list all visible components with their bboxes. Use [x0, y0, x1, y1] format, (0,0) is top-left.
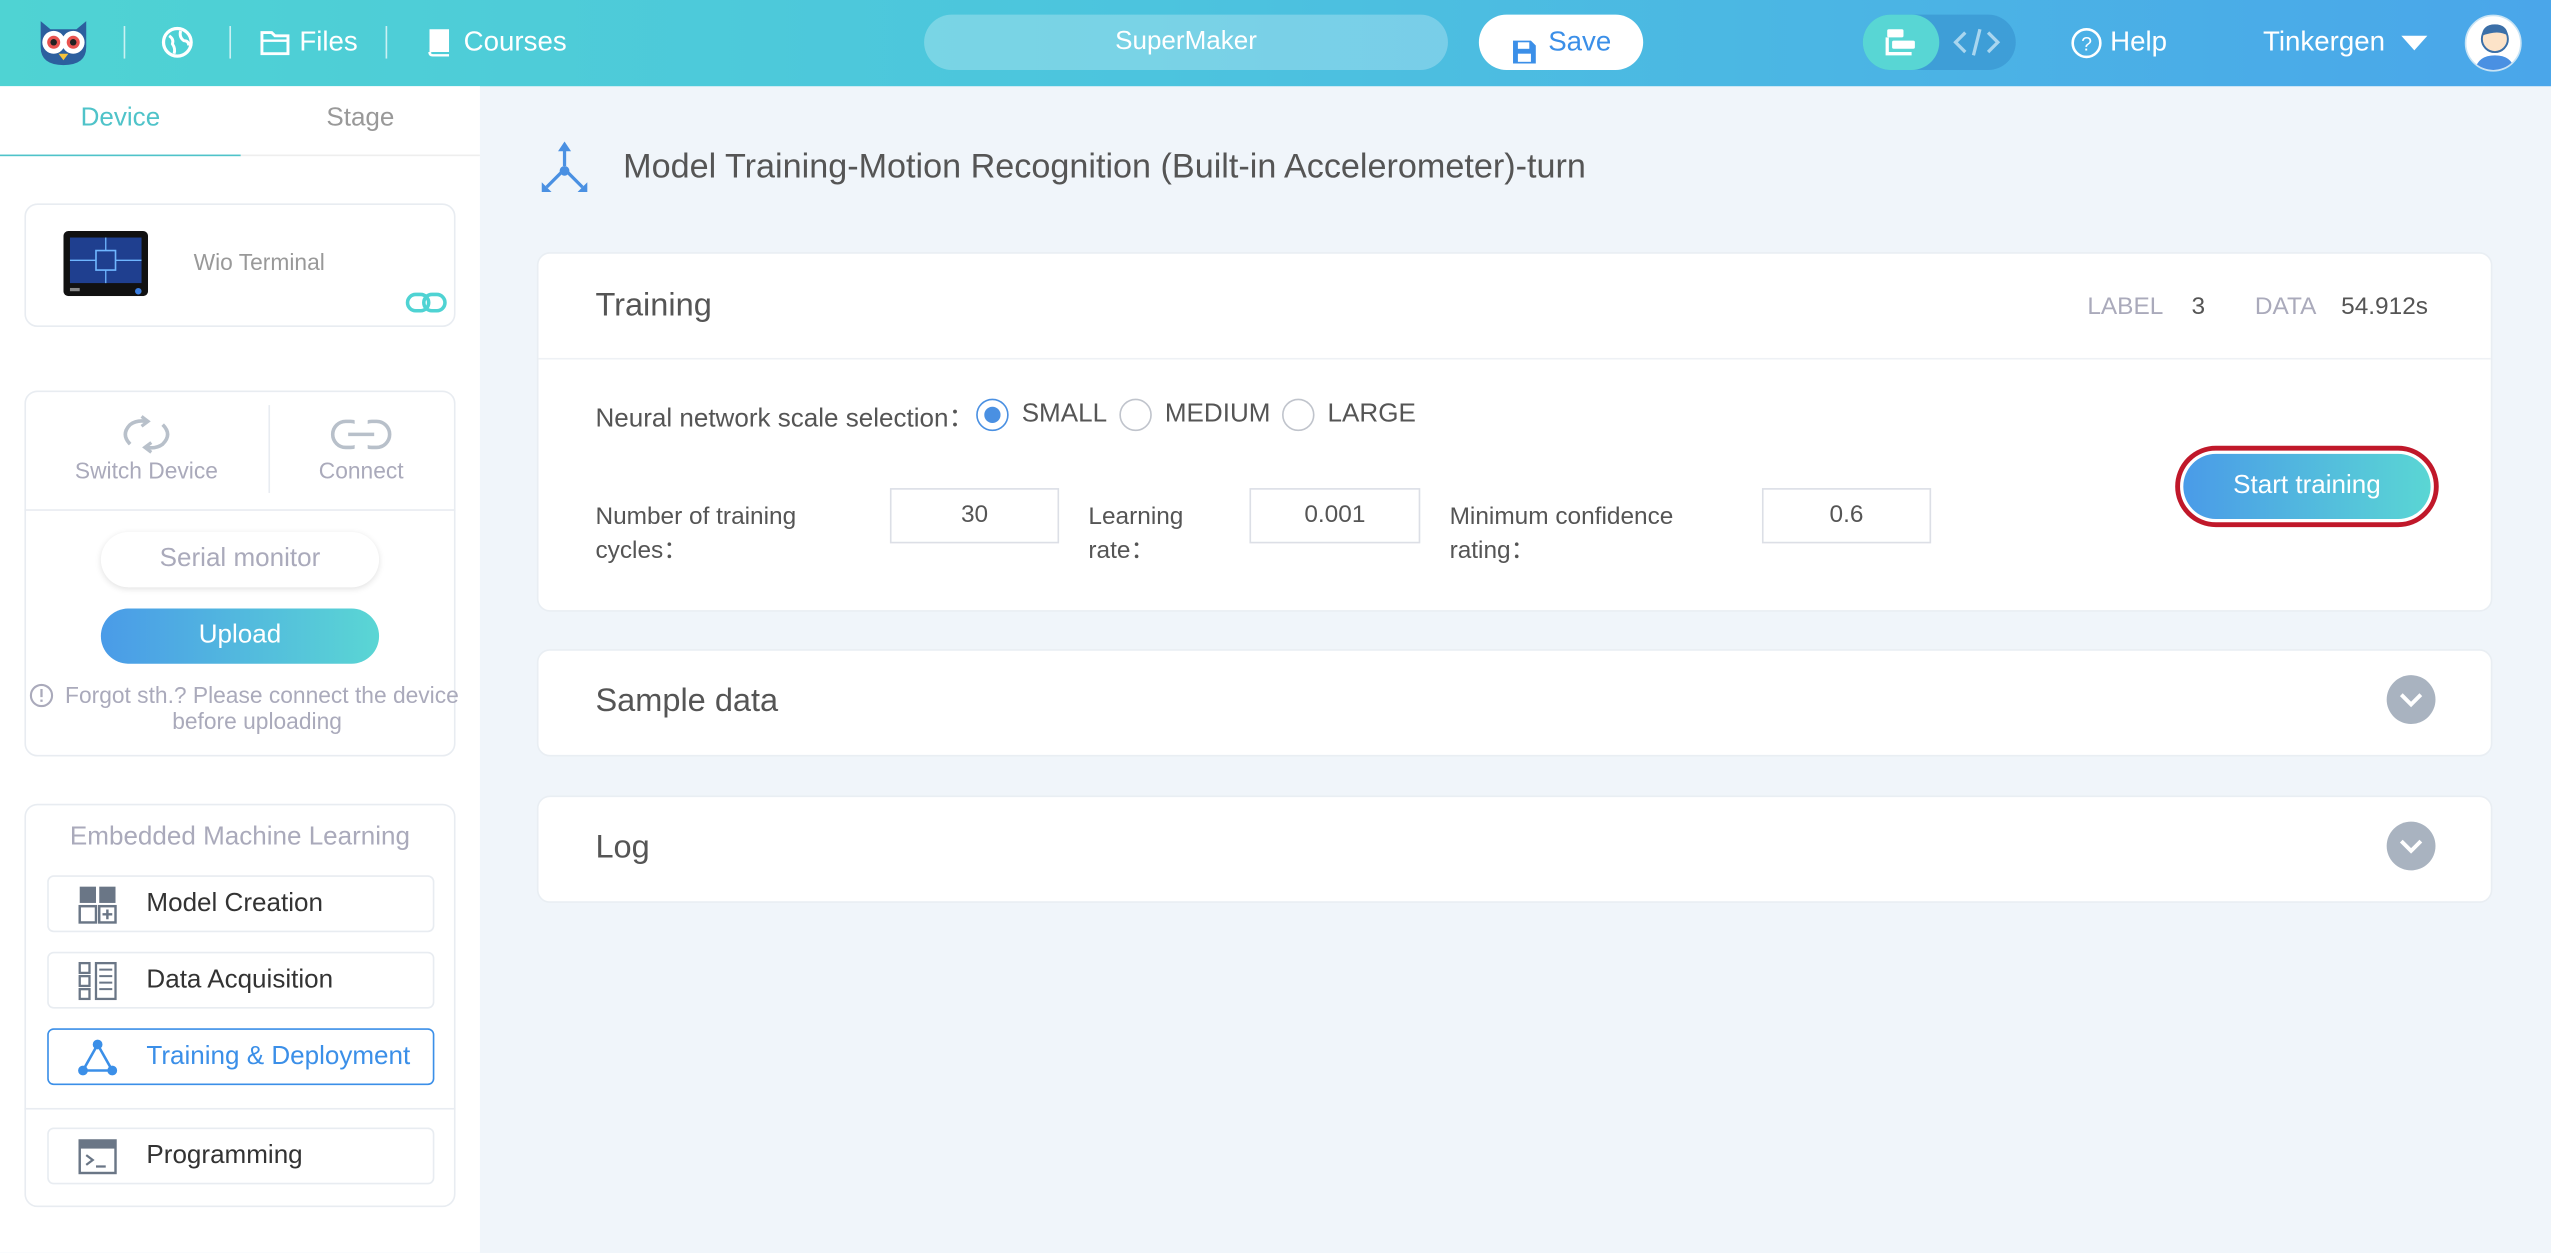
network-triangle-icon — [49, 1037, 147, 1076]
menu-item-programming[interactable]: Programming — [47, 1127, 435, 1185]
files-label: Files — [299, 26, 358, 57]
chevron-down-icon[interactable] — [2386, 821, 2436, 871]
menu-label: Programming — [146, 1141, 303, 1169]
training-title: Training — [595, 287, 712, 324]
label-line: Number of training — [595, 502, 797, 531]
avatar[interactable] — [2464, 14, 2522, 72]
divider — [538, 357, 2491, 360]
files-menu[interactable]: Files — [260, 26, 358, 59]
scale-selection-label: Neural network scale selection： — [595, 405, 975, 433]
divider — [24, 1107, 456, 1110]
serial-monitor-button[interactable]: Serial monitor — [100, 531, 380, 588]
learning-rate-input[interactable]: 0.001 — [1249, 488, 1421, 544]
user-name: Tinkergen — [2263, 26, 2385, 57]
owl-logo-icon[interactable] — [36, 18, 91, 67]
data-tree-icon — [49, 961, 147, 1000]
label-count-key: LABEL — [2087, 292, 2164, 321]
help-label: Help — [2110, 26, 2167, 57]
switch-device-label: Switch Device — [74, 457, 218, 484]
label-line: Minimum confidence — [1449, 502, 1674, 531]
label-line: rate： — [1088, 536, 1155, 565]
radio-medium-label: MEDIUM — [1164, 400, 1271, 428]
label-line: cycles： — [595, 536, 688, 565]
training-cycles-label: Number of training cycles： — [595, 499, 796, 567]
ml-section-title: Embedded Machine Learning — [69, 823, 411, 851]
help-link[interactable]: ? Help — [2071, 26, 2167, 59]
training-cycles-input[interactable]: 30 — [889, 488, 1060, 544]
code-mode-button[interactable] — [1951, 26, 2003, 59]
model-grid-icon — [49, 884, 147, 923]
project-name[interactable]: SuperMaker — [924, 14, 1448, 70]
terminal-icon — [49, 1138, 147, 1174]
chevron-down-icon[interactable] — [2386, 675, 2436, 724]
radio-small-label: SMALL — [1021, 400, 1108, 428]
label-count-value: 3 — [2191, 292, 2206, 321]
menu-item-data-acquisition[interactable]: Data Acquisition — [47, 951, 435, 1009]
block-mode-button[interactable] — [1862, 14, 1940, 70]
min-confidence-label: Minimum confidence rating： — [1450, 499, 1674, 567]
link-icon — [330, 418, 392, 451]
data-duration-key: DATA — [2254, 292, 2317, 321]
radio-small[interactable] — [976, 398, 1009, 432]
radio-large[interactable] — [1282, 398, 1315, 432]
courses-label: Courses — [463, 26, 567, 57]
data-duration-value: 54.912s — [2341, 292, 2428, 321]
learning-rate-label: Learning rate： — [1088, 499, 1183, 567]
book-icon — [426, 28, 452, 57]
top-bar: Files Courses SuperMaker Save ? Help Tin… — [0, 0, 2551, 87]
switch-device-button[interactable]: Switch Device — [49, 415, 244, 488]
caret-down-icon — [2401, 34, 2428, 50]
start-training-button[interactable]: Start training — [2183, 453, 2431, 519]
divider — [24, 509, 456, 511]
sample-data-panel[interactable] — [536, 649, 2493, 757]
log-panel[interactable] — [536, 795, 2493, 903]
divider — [123, 26, 126, 59]
save-label: Save — [1548, 26, 1612, 57]
menu-item-training-deployment[interactable]: Training & Deployment — [47, 1028, 435, 1086]
svg-text:?: ? — [2081, 33, 2092, 55]
question-icon: ? — [2071, 27, 2102, 58]
menu-label: Data Acquisition — [146, 965, 334, 994]
courses-menu[interactable]: Courses — [426, 26, 567, 59]
divider — [385, 26, 388, 59]
min-confidence-input[interactable]: 0.6 — [1761, 488, 1932, 544]
upload-hint: Forgot sth.? Please connect the device b… — [65, 681, 459, 734]
connect-label: Connect — [318, 457, 404, 484]
folder-icon — [260, 29, 290, 56]
device-thumbnail — [63, 231, 149, 297]
globe-icon[interactable] — [161, 26, 194, 59]
radio-medium[interactable] — [1119, 398, 1152, 432]
device-name: Wio Terminal — [193, 248, 325, 275]
divider — [229, 26, 232, 59]
label-line: Learning — [1088, 502, 1184, 531]
divider — [268, 405, 271, 493]
connect-button[interactable]: Connect — [280, 415, 443, 488]
log-title: Log — [595, 829, 650, 866]
menu-label: Model Creation — [146, 889, 323, 917]
label-line: rating： — [1449, 536, 1536, 565]
radio-large-label: LARGE — [1327, 400, 1416, 428]
code-icon — [1953, 28, 2001, 56]
page-title: Model Training-Motion Recognition (Built… — [623, 148, 1586, 186]
user-menu[interactable]: Tinkergen — [2263, 26, 2428, 59]
training-deploy-icon — [539, 140, 591, 195]
sample-data-title: Sample data — [595, 683, 779, 720]
switch-icon — [117, 415, 176, 454]
upload-button[interactable]: Upload — [100, 608, 380, 664]
menu-label: Training & Deployment — [146, 1042, 411, 1070]
save-button[interactable]: Save — [1478, 14, 1644, 70]
blocks-icon — [1882, 26, 1921, 59]
tab-stage[interactable]: Stage — [240, 86, 480, 157]
menu-item-model-creation[interactable]: Model Creation — [47, 875, 435, 933]
link-icon[interactable] — [405, 290, 447, 316]
start-training-highlight: Start training — [2175, 445, 2439, 528]
tab-device[interactable]: Device — [0, 86, 241, 157]
floppy-disk-icon — [1511, 29, 1537, 64]
